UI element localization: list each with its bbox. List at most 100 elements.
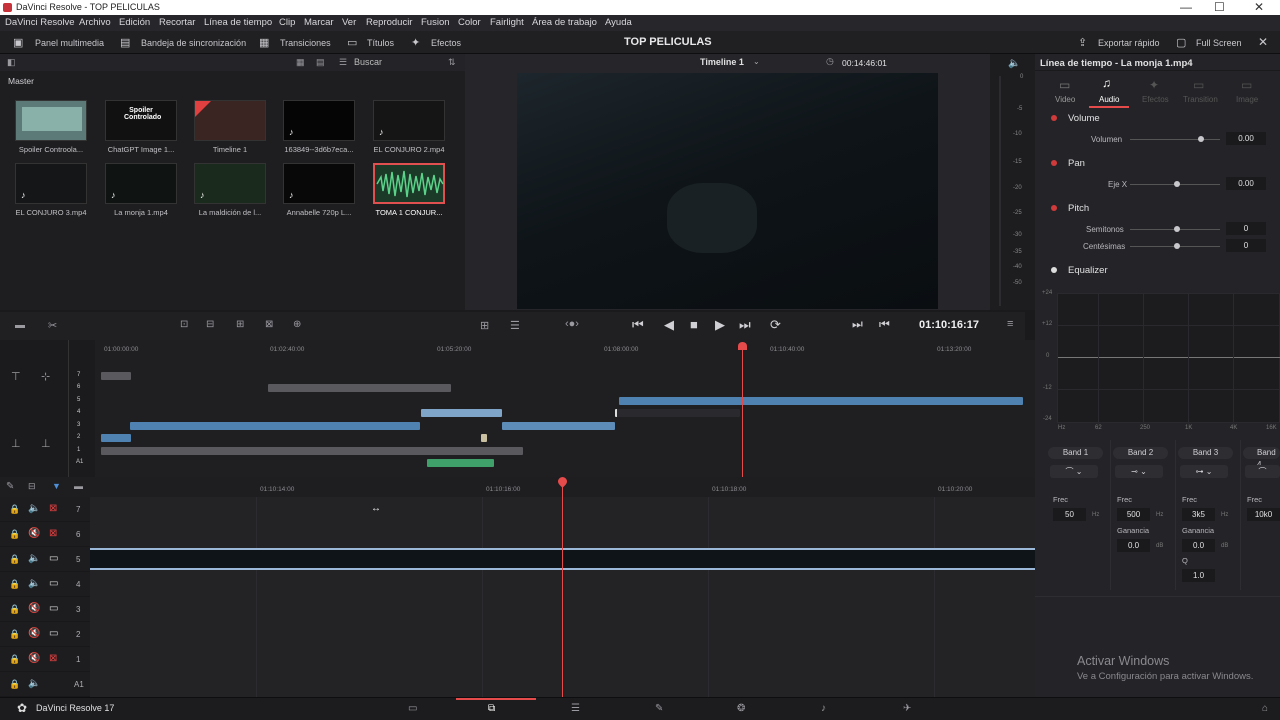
effects-tab-icon[interactable]: ✦ <box>1149 78 1159 92</box>
minimize-button[interactable]: — <box>1180 0 1192 14</box>
audio-height-icon[interactable]: ⊥ <box>11 437 21 450</box>
clip-thumbnail-selected[interactable] <box>373 163 445 204</box>
speaker-icon[interactable]: 🔈 <box>1008 58 1020 69</box>
band-4-button[interactable]: Band 4 <box>1243 447 1280 469</box>
chevron-down-icon[interactable]: ⌄ <box>753 57 760 66</box>
edit-page-icon[interactable]: ☰ <box>571 703 580 714</box>
clip-thumbnail[interactable]: ♪ <box>373 100 445 141</box>
video-disabled-icon[interactable]: ⊠ <box>49 528 57 539</box>
timeline-clip[interactable] <box>421 409 502 417</box>
timeline-clip[interactable] <box>101 434 131 442</box>
transitions-button[interactable]: Transiciones <box>280 38 331 48</box>
full-screen-button[interactable]: Full Screen <box>1196 38 1242 48</box>
timeline-selector[interactable]: Timeline 1 <box>700 57 744 67</box>
pitch-enable-toggle[interactable] <box>1051 205 1057 211</box>
volume-slider[interactable] <box>1130 139 1220 140</box>
band-1-freq-value[interactable]: 50 <box>1053 508 1086 521</box>
band-3-filter-select[interactable]: ⊶ ⌄ <box>1180 465 1228 478</box>
menu-marcar[interactable]: Marcar <box>304 17 334 28</box>
volume-enable-toggle[interactable] <box>1051 115 1057 121</box>
cut-page-icon[interactable]: ⧉ <box>488 703 495 714</box>
image-tab-icon[interactable]: ▭ <box>1241 78 1252 92</box>
timeline-clip[interactable] <box>481 434 487 442</box>
marker-icon[interactable]: ▼ <box>52 481 61 491</box>
video-tab-icon[interactable]: ▭ <box>1059 78 1070 92</box>
clip-thumbnail[interactable]: ♪ <box>105 163 177 204</box>
timeline-clip[interactable] <box>130 422 420 430</box>
menu-icon[interactable]: ≡ <box>1007 318 1013 330</box>
band-4-freq-value[interactable]: 10k0 <box>1247 508 1280 521</box>
band-2-gain-value[interactable]: 0.0 <box>1117 539 1150 552</box>
media-page-icon[interactable]: ▭ <box>408 703 417 714</box>
menu-reproducir[interactable]: Reproducir <box>366 17 412 28</box>
search-field[interactable]: Buscar <box>354 57 382 67</box>
timeline-clip[interactable] <box>268 384 451 392</box>
video-enabled-icon[interactable]: ▭ <box>49 578 58 589</box>
video-disabled-icon[interactable]: ⊠ <box>49 503 57 514</box>
home-icon[interactable]: ⌂ <box>1262 703 1268 714</box>
volume-slider-knob[interactable] <box>1198 136 1204 142</box>
tools-icon[interactable]: ✕ <box>1258 35 1268 49</box>
playhead-handle[interactable] <box>738 342 747 350</box>
lock-icon[interactable]: 🔒 <box>9 604 20 615</box>
settings-icon[interactable]: ☰ <box>510 319 520 332</box>
video-enabled-icon[interactable]: ▭ <box>49 603 58 614</box>
clip-thumbnail[interactable] <box>15 100 87 141</box>
menu-color[interactable]: Color <box>458 17 481 28</box>
menu-clip[interactable]: Clip <box>279 17 295 28</box>
clip-thumbnail[interactable] <box>194 100 266 141</box>
speaker-icon[interactable]: 🔈 <box>28 578 40 589</box>
semitones-value[interactable]: 0 <box>1226 222 1266 235</box>
sort-icon[interactable]: ⇅ <box>448 57 456 68</box>
pan-value[interactable]: 0.00 <box>1226 177 1266 190</box>
video-disabled-icon[interactable]: ⊠ <box>49 653 57 664</box>
effects-button[interactable]: Efectos <box>431 38 461 48</box>
fairlight-page-icon[interactable]: ♪ <box>821 703 826 714</box>
next-clip-icon[interactable]: ⏭ <box>852 317 863 332</box>
track-height-icon[interactable]: ⊤ <box>11 370 21 383</box>
audio-tab-icon[interactable]: ♫ <box>1102 76 1111 90</box>
band-2-freq-value[interactable]: 500 <box>1117 508 1150 521</box>
tab-video[interactable]: Video <box>1055 95 1075 104</box>
grid-view-icon[interactable]: ▦ <box>296 57 305 68</box>
cents-value[interactable]: 0 <box>1226 239 1266 252</box>
mini-playhead[interactable] <box>742 346 743 477</box>
pan-slider-knob[interactable] <box>1174 181 1180 187</box>
cut-icon[interactable]: ✂ <box>48 319 57 332</box>
speaker-muted-icon[interactable]: 🔇 <box>28 603 40 614</box>
append-icon[interactable]: ⊕ <box>293 319 301 330</box>
sync-bin-button[interactable]: Bandeja de sincronización <box>141 38 246 48</box>
zoom-icon[interactable]: ⊹ <box>41 370 50 383</box>
clip-mode-icon[interactable]: ⊞ <box>480 319 489 332</box>
clip-thumbnail[interactable]: ♪ <box>283 100 355 141</box>
audio-zoom-icon[interactable]: ⊥ <box>41 437 51 450</box>
flag-icon[interactable]: ▬ <box>74 481 83 491</box>
band-1-filter-select[interactable]: ⌒ ⌄ <box>1050 465 1098 478</box>
clip-thumbnail[interactable]: ♪ <box>15 163 87 204</box>
pan-enable-toggle[interactable] <box>1051 160 1057 166</box>
video-enabled-icon[interactable]: ▭ <box>49 553 58 564</box>
tab-transition[interactable]: Transition <box>1183 95 1218 104</box>
media-pool-button[interactable]: Panel multimedia <box>35 38 104 48</box>
lock-icon[interactable]: 🔒 <box>9 579 20 590</box>
menu-area-de-trabajo[interactable]: Área de trabajo <box>532 17 597 28</box>
color-page-icon[interactable]: ❂ <box>737 703 745 714</box>
close-button[interactable]: ✕ <box>1254 0 1264 14</box>
lock-icon[interactable]: 🔒 <box>9 529 20 540</box>
insert-icon[interactable]: ⊡ <box>180 319 188 330</box>
lock-icon[interactable]: 🔒 <box>9 554 20 565</box>
maximize-button[interactable]: ☐ <box>1214 0 1225 14</box>
sidebar-toggle-icon[interactable]: ◧ <box>7 57 16 68</box>
band-3-button[interactable]: Band 3 <box>1178 447 1233 459</box>
menu-fairlight[interactable]: Fairlight <box>490 17 524 28</box>
semitones-slider-knob[interactable] <box>1174 226 1180 232</box>
cents-slider-knob[interactable] <box>1174 243 1180 249</box>
titles-button[interactable]: Títulos <box>367 38 394 48</box>
menu-archivo[interactable]: Archivo <box>79 17 111 28</box>
menu-recortar[interactable]: Recortar <box>159 17 195 28</box>
band-2-filter-select[interactable]: ⊸ ⌄ <box>1115 465 1163 478</box>
replace-icon[interactable]: ⊞ <box>236 319 244 330</box>
edit-mode-icon[interactable]: ▬ <box>15 320 25 331</box>
tab-image[interactable]: Image <box>1236 95 1258 104</box>
tab-audio[interactable]: Audio <box>1099 95 1119 104</box>
